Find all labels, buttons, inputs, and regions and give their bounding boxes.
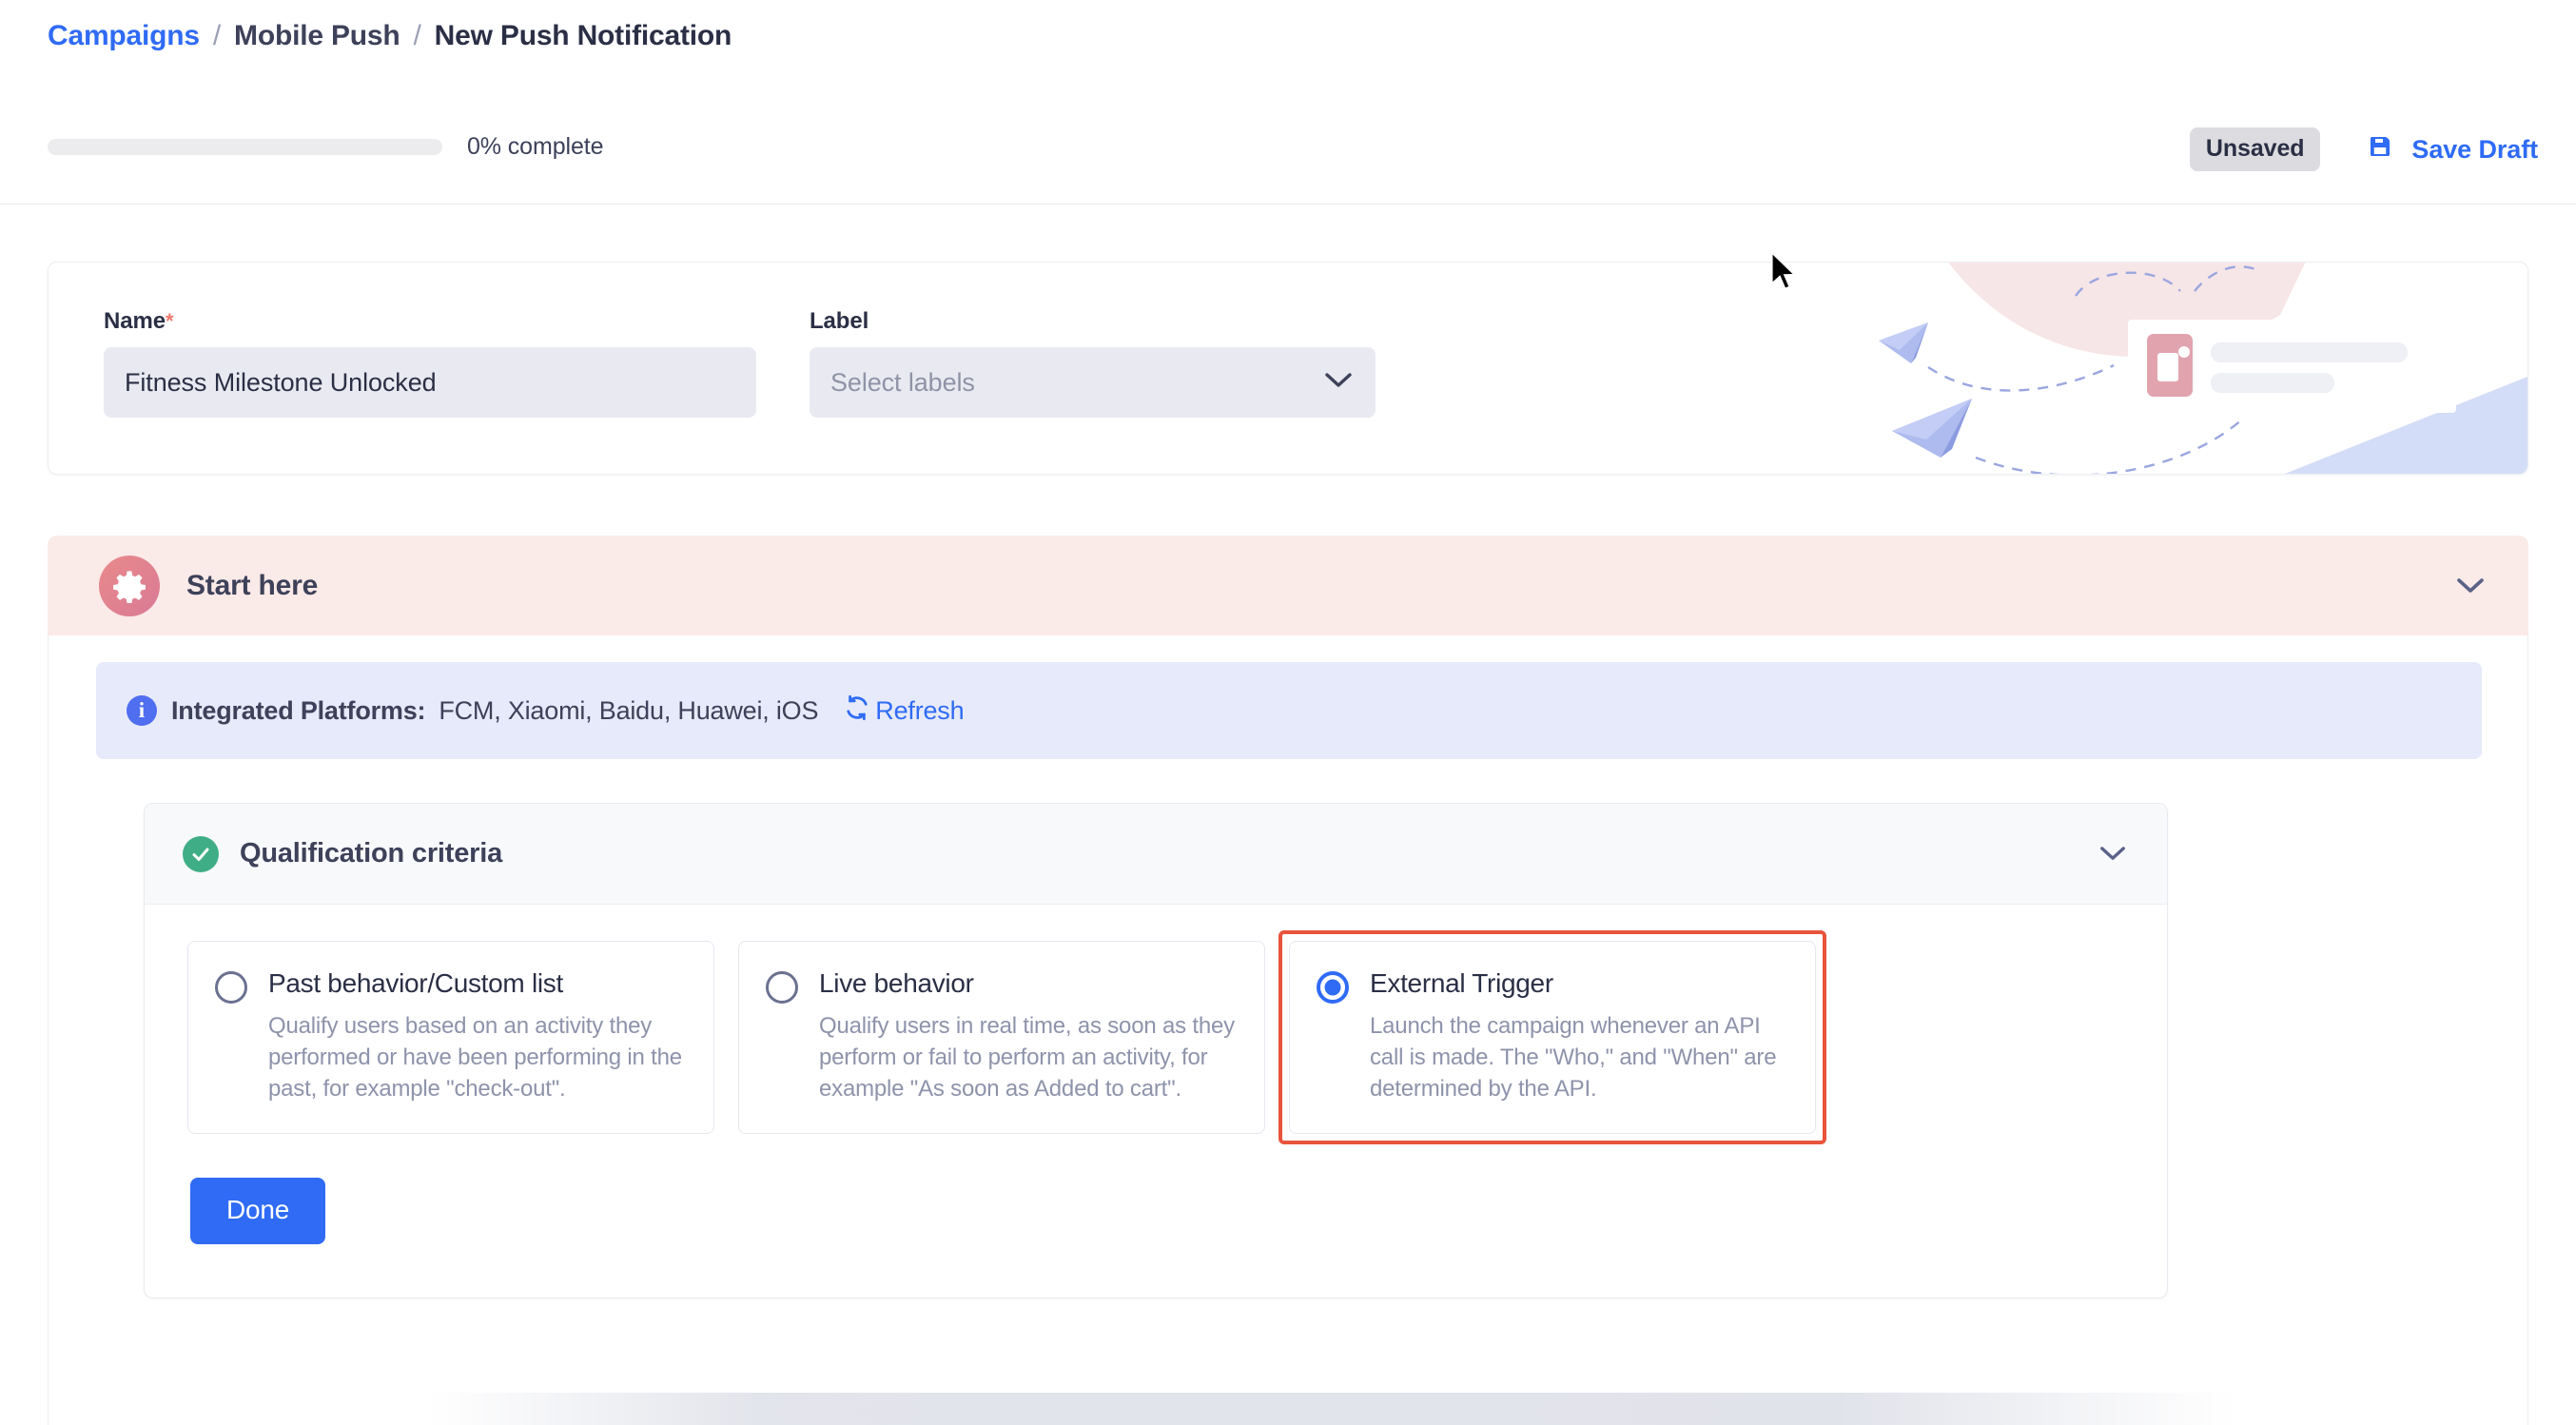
label-select-placeholder: Select labels <box>830 367 975 397</box>
qualification-option-live-behavior[interactable]: Live behavior Qualify users in real time… <box>738 941 1265 1134</box>
label-select[interactable]: Select labels <box>810 347 1376 418</box>
option-text-past-behavior: Past behavior/Custom list Qualify users … <box>268 967 685 1104</box>
page-body: Name* Label Select labels Start here <box>0 205 2576 1425</box>
qualification-criteria-body: Past behavior/Custom list Qualify users … <box>145 905 2167 1298</box>
integrated-platforms-banner: i Integrated Platforms: FCM, Xiaomi, Bai… <box>96 662 2482 759</box>
decorative-illustration <box>1879 263 2527 474</box>
option-description: Qualify users based on an activity they … <box>268 1013 682 1102</box>
option-description: Launch the campaign whenever an API call… <box>1370 1013 1777 1102</box>
page-header: Campaigns / Mobile Push / New Push Notif… <box>0 0 2576 205</box>
refresh-icon <box>843 693 871 729</box>
option-text-live-behavior: Live behavior Qualify users in real time… <box>819 967 1236 1104</box>
chevron-down-icon[interactable] <box>2098 845 2127 863</box>
page-title: New Push Notification <box>434 20 732 51</box>
qualification-option-external-trigger[interactable]: External Trigger Launch the campaign whe… <box>1289 941 1816 1134</box>
qualification-criteria-panel: Qualification criteria Past behavior/Cus… <box>144 803 2168 1298</box>
campaign-info-card: Name* Label Select labels <box>48 262 2528 475</box>
option-title: External Trigger <box>1370 968 1553 998</box>
radio-live-behavior[interactable] <box>766 971 798 1004</box>
option-title: Past behavior/Custom list <box>268 968 563 998</box>
label-field-caption: Label <box>810 308 869 334</box>
status-badge: Unsaved <box>2189 127 2321 171</box>
done-row: Done <box>145 1134 2167 1298</box>
breadcrumb: Campaigns / Mobile Push / New Push Notif… <box>48 17 732 55</box>
option-wrapper-past-behavior: Past behavior/Custom list Qualify users … <box>187 941 714 1134</box>
option-wrapper-external-trigger: External Trigger Launch the campaign whe… <box>1278 930 1826 1144</box>
required-marker: * <box>165 309 174 333</box>
campaign-name-input[interactable] <box>104 347 756 418</box>
chevron-down-icon <box>1324 372 1353 394</box>
progress-bar <box>48 139 442 155</box>
gear-icon <box>99 555 160 616</box>
qualification-option-past-behavior[interactable]: Past behavior/Custom list Qualify users … <box>187 941 714 1134</box>
chevron-down-icon[interactable] <box>2455 576 2486 595</box>
breadcrumb-separator: / <box>212 20 222 51</box>
breadcrumb-separator: / <box>413 20 421 51</box>
radio-external-trigger[interactable] <box>1317 971 1349 1004</box>
radio-past-behavior[interactable] <box>215 971 247 1004</box>
check-circle-icon <box>183 835 219 872</box>
section-body-start-here: i Integrated Platforms: FCM, Xiaomi, Bai… <box>48 635 2528 1425</box>
name-field-caption: Name* <box>104 308 756 335</box>
breadcrumb-link-campaigns[interactable]: Campaigns <box>48 17 200 55</box>
refresh-label: Refresh <box>875 695 965 725</box>
name-field-group: Name* <box>104 308 756 418</box>
header-actions: Unsaved Save Draft <box>2189 127 2538 171</box>
qualification-criteria-title: Qualification criteria <box>240 838 503 869</box>
progress-row: 0% complete <box>48 133 604 161</box>
progress-label: 0% complete <box>467 133 604 160</box>
label-field-group: Label Select labels <box>810 308 1376 418</box>
option-text-external-trigger: External Trigger Launch the campaign whe… <box>1370 967 1786 1104</box>
integrated-platforms-list: FCM, Xiaomi, Baidu, Huawei, iOS <box>439 695 819 725</box>
qualification-options-row: Past behavior/Custom list Qualify users … <box>145 930 2167 1144</box>
section-title-start-here: Start here <box>186 569 319 601</box>
save-draft-button[interactable]: Save Draft <box>2366 132 2538 167</box>
integrated-platforms-title: Integrated Platforms: <box>171 695 426 725</box>
option-title: Live behavior <box>819 968 974 998</box>
refresh-button[interactable]: Refresh <box>843 693 965 729</box>
option-wrapper-live-behavior: Live behavior Qualify users in real time… <box>738 941 1265 1134</box>
floppy-disk-icon <box>2366 132 2394 167</box>
done-button[interactable]: Done <box>190 1178 326 1244</box>
section-header-start-here[interactable]: Start here <box>48 536 2528 635</box>
name-caption-text: Name <box>104 308 166 334</box>
save-draft-label: Save Draft <box>2411 134 2538 164</box>
option-description: Qualify users in real time, as soon as t… <box>819 1013 1235 1102</box>
breadcrumb-link-mobile-push[interactable]: Mobile Push <box>234 17 400 55</box>
qualification-criteria-header[interactable]: Qualification criteria <box>145 804 2167 905</box>
info-icon: i <box>127 695 157 726</box>
bottom-shadow-strip <box>429 1393 2236 1425</box>
